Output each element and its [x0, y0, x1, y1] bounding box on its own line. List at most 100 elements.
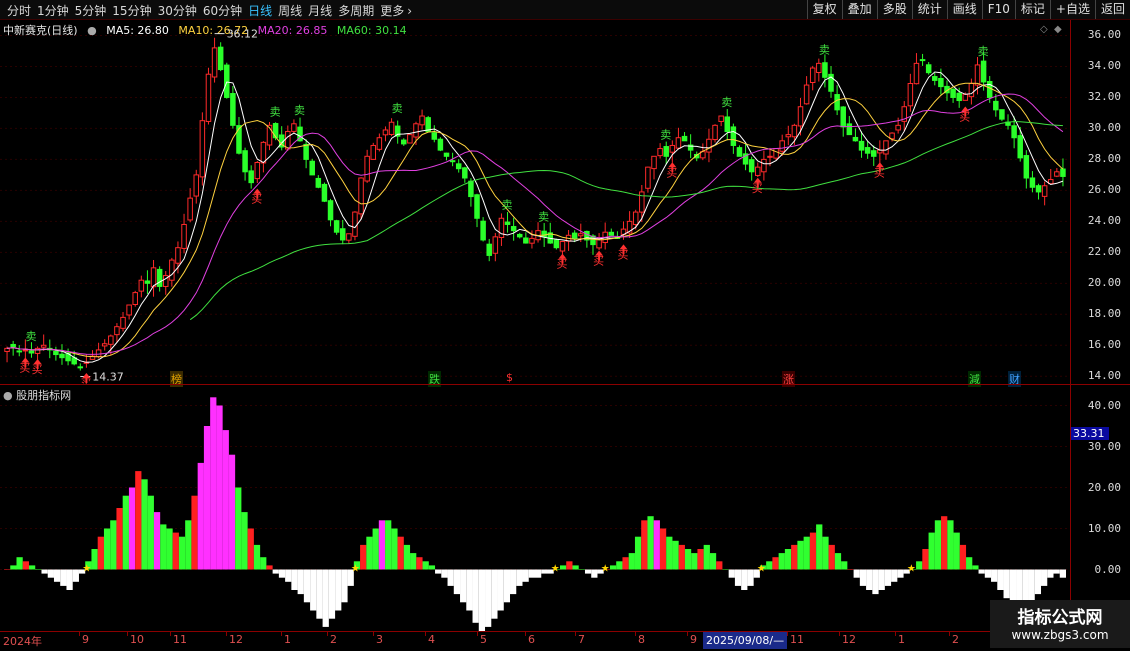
candle-body[interactable]: [492, 236, 499, 254]
candle-body[interactable]: [10, 343, 16, 348]
candle-body[interactable]: [681, 135, 688, 142]
candle-body[interactable]: [578, 233, 584, 237]
candle-body[interactable]: [28, 350, 35, 354]
candle-body[interactable]: [205, 73, 212, 122]
candle-body[interactable]: [523, 237, 529, 244]
candle-body[interactable]: [803, 84, 810, 105]
candle-body[interactable]: [175, 247, 181, 264]
candle-body[interactable]: [230, 93, 236, 126]
candle-body[interactable]: [437, 138, 444, 151]
candle-body[interactable]: [339, 228, 346, 241]
candle-body[interactable]: [834, 94, 840, 111]
candle-body[interactable]: [462, 167, 468, 179]
candle-body[interactable]: [370, 144, 377, 160]
tab-weekly[interactable]: 周线: [275, 2, 305, 19]
candle-body[interactable]: [224, 64, 230, 98]
candle-body[interactable]: [248, 170, 254, 184]
candlestick-chart[interactable]: 36.1214.37买卖买买买卖卖卖卖卖买买买卖买卖买卖买买卖: [0, 20, 1070, 384]
tab-monthly[interactable]: 月线: [305, 2, 335, 19]
candle-body[interactable]: [272, 123, 279, 139]
candle-body[interactable]: [712, 124, 718, 141]
candle-body[interactable]: [797, 106, 804, 127]
candle-body[interactable]: [864, 147, 871, 154]
candle-body[interactable]: [303, 143, 309, 160]
candle-body[interactable]: [59, 353, 65, 359]
candle-body[interactable]: [333, 220, 340, 233]
candle-body[interactable]: [443, 152, 450, 157]
candle-body[interactable]: [608, 231, 615, 236]
candle-body[interactable]: [724, 116, 731, 133]
candle-body[interactable]: [101, 343, 108, 347]
candle-body[interactable]: [120, 316, 126, 329]
candle-body[interactable]: [95, 349, 102, 358]
candle-body[interactable]: [1011, 125, 1017, 139]
candle-body[interactable]: [529, 237, 535, 244]
candle-body[interactable]: [675, 137, 682, 149]
candle-body[interactable]: [999, 109, 1005, 120]
candle-body[interactable]: [571, 232, 578, 239]
candle-body[interactable]: [822, 62, 828, 78]
candle-body[interactable]: [352, 211, 358, 237]
f10-button[interactable]: F10: [981, 0, 1015, 19]
candle-body[interactable]: [181, 223, 187, 249]
candle-body[interactable]: [645, 166, 651, 189]
add-favorite-button[interactable]: +自选: [1049, 0, 1095, 19]
candle-body[interactable]: [504, 221, 511, 225]
candle-body[interactable]: [962, 93, 969, 101]
tab-15min[interactable]: 15分钟: [109, 2, 154, 19]
candle-body[interactable]: [761, 158, 767, 173]
candle-body[interactable]: [187, 197, 193, 221]
candle-body[interactable]: [993, 100, 999, 111]
candle-body[interactable]: [455, 163, 462, 170]
candle-body[interactable]: [730, 126, 737, 146]
candle-body[interactable]: [4, 347, 10, 352]
candle-body[interactable]: [986, 80, 993, 98]
candle-body[interactable]: [541, 230, 547, 238]
candle-body[interactable]: [108, 335, 114, 345]
tab-more[interactable]: 更多 ›: [377, 2, 415, 19]
candle-body[interactable]: [1029, 177, 1036, 188]
candle-body[interactable]: [840, 106, 846, 128]
candle-body[interactable]: [16, 350, 23, 353]
candle-body[interactable]: [254, 162, 261, 180]
candle-body[interactable]: [816, 62, 822, 73]
candle-body[interactable]: [401, 139, 407, 145]
candle-body[interactable]: [480, 220, 486, 241]
candle-body[interactable]: [327, 200, 334, 221]
tab-1min[interactable]: 1分钟: [34, 2, 72, 19]
candle-body[interactable]: [150, 267, 157, 288]
candle-body[interactable]: [53, 351, 59, 356]
draw-line-button[interactable]: 画线: [946, 0, 982, 19]
candle-body[interactable]: [980, 60, 987, 83]
multi-stock-button[interactable]: 多股: [876, 0, 912, 19]
restore-rights-button[interactable]: 复权: [806, 0, 842, 19]
candle-body[interactable]: [883, 140, 889, 155]
candle-body[interactable]: [736, 147, 743, 157]
candle-body[interactable]: [767, 155, 773, 158]
tab-daily[interactable]: 日线: [245, 2, 275, 19]
candle-body[interactable]: [199, 120, 206, 178]
candle-body[interactable]: [321, 183, 328, 202]
candle-body[interactable]: [773, 148, 779, 159]
candle-body[interactable]: [913, 62, 920, 85]
candle-body[interactable]: [358, 177, 364, 215]
candle-body[interactable]: [474, 194, 480, 219]
candle-body[interactable]: [632, 211, 639, 225]
candle-body[interactable]: [486, 243, 492, 256]
candle-body[interactable]: [956, 92, 962, 102]
candle-body[interactable]: [114, 326, 120, 336]
candle-body[interactable]: [748, 159, 755, 173]
candle-body[interactable]: [346, 233, 352, 241]
candle-body[interactable]: [553, 239, 560, 249]
candle-body[interactable]: [315, 177, 322, 188]
candle-body[interactable]: [291, 123, 297, 132]
candle-body[interactable]: [40, 344, 47, 348]
candle-body[interactable]: [217, 46, 224, 71]
candle-body[interactable]: [364, 155, 370, 182]
candle-body[interactable]: [791, 124, 798, 138]
candle-body[interactable]: [870, 150, 877, 157]
candle-body[interactable]: [639, 191, 645, 213]
candle-body[interactable]: [651, 155, 657, 170]
candle-body[interactable]: [779, 140, 785, 152]
candle-body[interactable]: [925, 64, 932, 74]
